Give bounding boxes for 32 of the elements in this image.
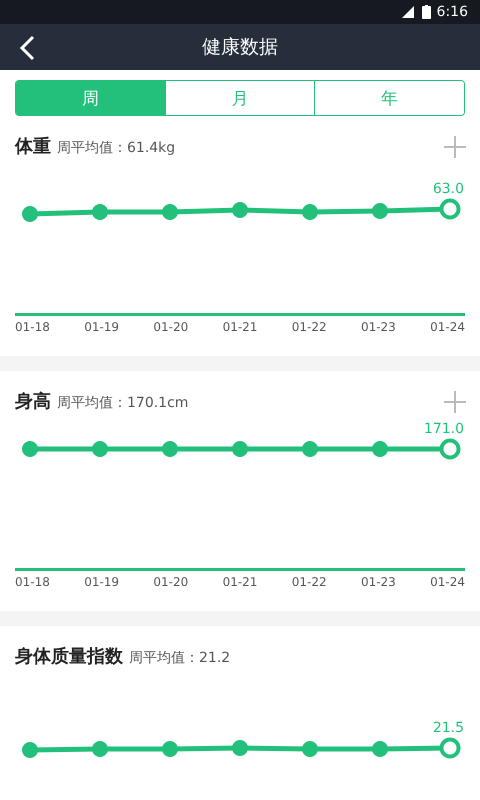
clock-time: 6:16 [436, 4, 468, 20]
date-label: 01-18 [15, 575, 50, 589]
date-label: 01-23 [360, 320, 396, 334]
weekly-average: 周平均值：21.2 [129, 649, 230, 667]
date-label: 01-19 [84, 320, 120, 334]
add-icon[interactable] [444, 391, 466, 413]
latest-value: 21.5 [432, 720, 464, 736]
date-label: 01-21 [222, 575, 258, 589]
back-icon[interactable] [18, 35, 36, 61]
page-title: 健康数据 [202, 35, 278, 60]
date-label: 01-23 [360, 575, 396, 589]
period-tab[interactable]: 年 [314, 81, 464, 115]
add-icon[interactable] [444, 136, 466, 158]
period-tab[interactable]: 周 [16, 81, 165, 115]
weekly-average: 周平均值：61.4kg [57, 139, 176, 157]
battery-icon [422, 5, 431, 19]
date-label: 01-22 [292, 320, 327, 334]
date-label: 01-19 [84, 575, 120, 589]
date-label: 01-24 [430, 575, 465, 589]
date-label: 01-22 [292, 575, 327, 589]
date-label: 01-18 [15, 320, 50, 334]
latest-value: 171.0 [424, 421, 464, 437]
date-label: 01-24 [430, 320, 465, 334]
signal-icon [400, 5, 416, 19]
weekly-average: 周平均值：170.1cm [57, 394, 188, 412]
date-label: 01-20 [153, 575, 188, 589]
date-label: 01-21 [222, 320, 258, 334]
card-title: 体重 [15, 135, 51, 158]
card-title: 身体质量指数 [15, 645, 123, 668]
card-title: 身高 [15, 390, 51, 413]
date-label: 01-20 [153, 320, 188, 334]
latest-value: 63.0 [432, 181, 464, 197]
